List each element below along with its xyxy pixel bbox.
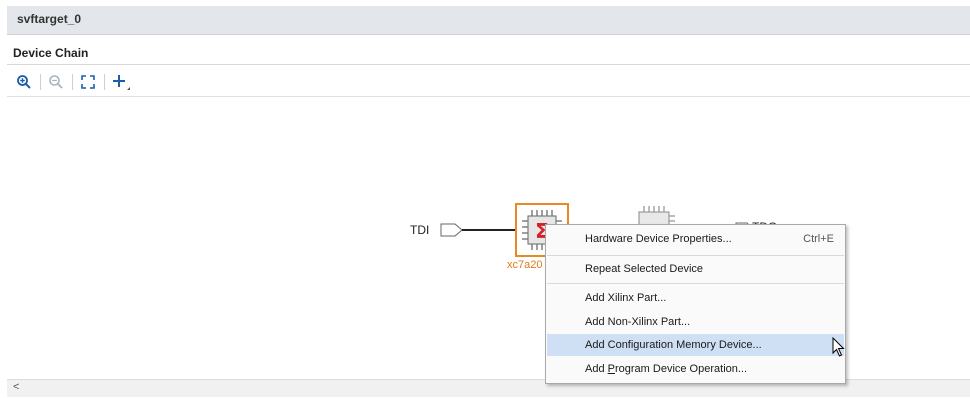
scroll-left-icon[interactable]: < — [13, 381, 19, 393]
menu-separator — [547, 255, 844, 256]
add-icon — [113, 75, 130, 90]
device-part-label: xc7a20 — [507, 259, 543, 271]
context-menu: Hardware Device Properties... Ctrl+E Rep… — [545, 224, 846, 384]
tdi-label: TDI — [410, 223, 430, 237]
menu-item-label: Add Xilinx Part... — [585, 292, 667, 304]
menu-item-label: Add Program Device Operation... — [585, 363, 748, 375]
menu-item-add-non-xilinx-part[interactable]: Add Non-Xilinx Part... — [547, 311, 844, 333]
window-titlebar: svftarget_0 — [0, 0, 970, 38]
zoom-in-icon — [17, 75, 31, 89]
device-chain-header: Device Chain — [7, 42, 970, 65]
menu-item-label: Repeat Selected Device — [585, 263, 704, 275]
menu-item-label: Add Non-Xilinx Part... — [585, 316, 691, 328]
menu-item-hardware-device-properties[interactable]: Hardware Device Properties... Ctrl+E — [547, 228, 844, 250]
fit-to-window-icon — [81, 75, 95, 89]
menu-item-label: Add Configuration Memory Device... — [585, 339, 762, 351]
zoom-out-button[interactable] — [46, 72, 66, 92]
section-title: Device Chain — [13, 46, 89, 60]
toolbar — [7, 68, 970, 97]
menu-item-shortcut: Ctrl+E — [803, 233, 834, 245]
menu-item-label: Hardware Device Properties... — [585, 233, 732, 245]
mouse-cursor-icon — [832, 337, 845, 357]
window-title: svftarget_0 — [17, 12, 82, 26]
menu-separator — [547, 283, 844, 284]
zoom-out-icon — [49, 75, 63, 89]
zoom-in-button[interactable] — [14, 72, 34, 92]
toolbar-separator — [72, 74, 73, 90]
menu-item-repeat-selected-device[interactable]: Repeat Selected Device — [547, 258, 844, 280]
menu-item-add-program-device-operation[interactable]: Add Program Device Operation... — [547, 358, 844, 380]
titlebar-tab[interactable]: svftarget_0 — [7, 6, 970, 35]
menu-item-add-xilinx-part[interactable]: Add Xilinx Part... — [547, 287, 844, 309]
chain-wire — [462, 229, 522, 231]
menu-item-add-configuration-memory-device[interactable]: Add Configuration Memory Device... — [547, 334, 844, 356]
toolbar-separator — [104, 74, 105, 90]
add-button[interactable] — [111, 72, 131, 92]
fit-to-window-button[interactable] — [78, 72, 98, 92]
toolbar-separator — [40, 74, 41, 90]
